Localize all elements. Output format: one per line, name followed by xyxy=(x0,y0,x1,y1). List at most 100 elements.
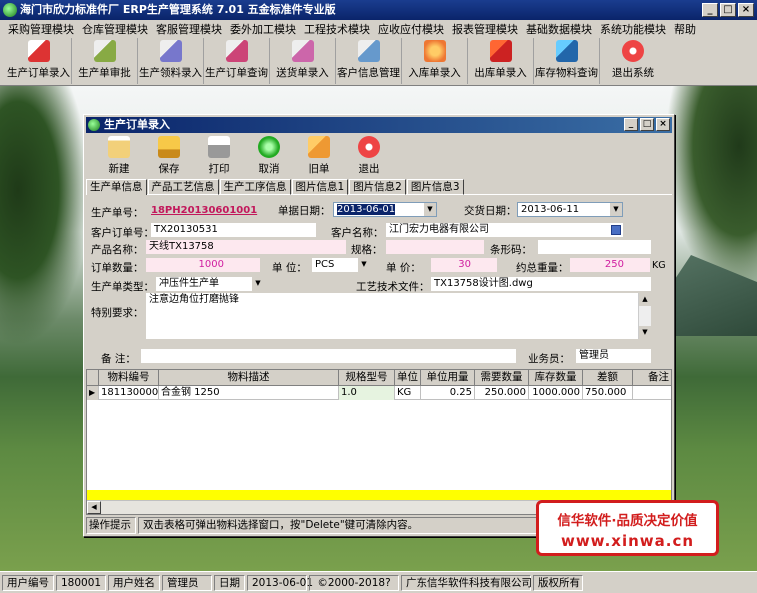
approve-doc-icon xyxy=(93,40,116,62)
bill-date-picker[interactable]: 2013-06-01 ▼ xyxy=(333,202,437,217)
status-user-name: 管理员 xyxy=(162,574,212,591)
table-row[interactable]: ▶ 1811300001 合金钢 1250 1.0 KG 0.25 250.00… xyxy=(87,386,671,400)
toolbar-material-pick-button[interactable]: 生产领料录入 xyxy=(138,38,204,84)
tab-product-craft[interactable]: 产品工艺信息 xyxy=(147,179,219,195)
print-button[interactable]: 打印 xyxy=(194,133,244,179)
spec-input[interactable] xyxy=(386,240,484,254)
cust-order-input[interactable]: TX20130531 xyxy=(151,223,316,237)
delivery-date-picker[interactable]: 2013-06-11 ▼ xyxy=(517,202,623,217)
cell-material-desc[interactable]: 合金钢 1250 xyxy=(159,386,339,400)
stock-in-icon xyxy=(423,40,446,62)
scroll-left-arrow-icon[interactable]: ◀ xyxy=(87,501,101,514)
spec-label: 规格： xyxy=(351,244,383,256)
scroll-up-arrow-icon[interactable]: ▲ xyxy=(639,293,651,306)
cell-material-no[interactable]: 1811300001 xyxy=(99,386,159,400)
col-material-desc[interactable]: 物料描述 xyxy=(159,370,339,386)
lookup-icon[interactable] xyxy=(611,225,621,235)
cancel-button[interactable]: 取消 xyxy=(244,133,294,179)
menu-basedata[interactable]: 基础数据模块 xyxy=(522,21,596,37)
printer-icon xyxy=(208,136,230,158)
tab-image-1[interactable]: 图片信息1 xyxy=(291,179,349,195)
remark-input[interactable] xyxy=(141,349,516,363)
tab-image-2[interactable]: 图片信息2 xyxy=(349,179,406,195)
col-unit[interactable]: 单位 xyxy=(395,370,421,386)
order-entry-title-bar: 生产订单录入 _ □ × xyxy=(86,117,672,133)
old-order-button[interactable]: 旧单 xyxy=(294,133,344,179)
app-title-bar: 海门市欣力标准件厂 ERP生产管理系统 7.01 五金标准件专业版 _ □ × xyxy=(0,0,757,20)
sales-input[interactable]: 管理员 xyxy=(576,349,651,363)
new-button[interactable]: 新建 xyxy=(94,133,144,179)
tab-image-3[interactable]: 图片信息3 xyxy=(406,179,464,195)
cell-diff[interactable]: 750.000 xyxy=(583,386,633,400)
menu-system[interactable]: 系统功能模块 xyxy=(596,21,670,37)
toolbar-customer-button[interactable]: 客户信息管理 xyxy=(336,38,402,84)
menu-engineering[interactable]: 工程技术模块 xyxy=(300,21,374,37)
tab-order-info[interactable]: 生产单信息 xyxy=(86,179,147,195)
save-icon xyxy=(158,136,180,158)
tab-process[interactable]: 生产工序信息 xyxy=(219,179,291,195)
weight-input[interactable]: 250 xyxy=(570,258,650,272)
scroll-down-arrow-icon[interactable]: ▼ xyxy=(639,326,651,339)
col-material-no[interactable]: 物料编号 xyxy=(99,370,159,386)
stock-out-icon xyxy=(489,40,512,62)
maximize-button[interactable]: □ xyxy=(720,3,736,17)
special-label: 特别要求： xyxy=(91,307,144,319)
barcode-input[interactable] xyxy=(538,240,651,254)
col-required-qty[interactable]: 需要数量 xyxy=(475,370,529,386)
type-select[interactable]: 冲压件生产单 ▼ xyxy=(156,277,264,291)
tab-strip: 生产单信息 产品工艺信息 生产工序信息 图片信息1 图片信息2 图片信息3 xyxy=(86,179,672,195)
toolbar-approve-button[interactable]: 生产单审批 xyxy=(72,38,138,84)
col-remark[interactable]: 备注 xyxy=(633,370,669,386)
delivery-doc-icon xyxy=(291,40,314,62)
toolbar-order-entry-button[interactable]: 生产订单录入 xyxy=(6,38,72,84)
cust-order-label: 客户订单号： xyxy=(91,227,154,239)
col-spec[interactable]: 规格型号 xyxy=(339,370,395,386)
child-close-button[interactable]: × xyxy=(656,118,670,131)
child-minimize-button[interactable]: _ xyxy=(624,118,638,131)
old-order-icon xyxy=(308,136,330,158)
cell-unit-usage[interactable]: 0.25 xyxy=(421,386,475,400)
menu-purchase[interactable]: 采购管理模块 xyxy=(4,21,78,37)
cell-remark[interactable] xyxy=(633,386,669,400)
save-button[interactable]: 保存 xyxy=(144,133,194,179)
qty-input[interactable]: 1000 xyxy=(146,258,260,272)
price-input[interactable]: 30 xyxy=(431,258,497,272)
exit-button[interactable]: 退出 xyxy=(344,133,394,179)
cell-stock-qty[interactable]: 1000.000 xyxy=(529,386,583,400)
craft-label: 工艺技术文件： xyxy=(356,281,430,293)
menu-customer[interactable]: 客服管理模块 xyxy=(152,21,226,37)
col-diff[interactable]: 差额 xyxy=(583,370,633,386)
cust-name-input[interactable]: 江门宏力电器有限公司 xyxy=(386,223,623,237)
cell-unit[interactable]: KG xyxy=(395,386,421,400)
craft-input[interactable]: TX13758设计图.dwg xyxy=(431,277,651,291)
menu-warehouse[interactable]: 仓库管理模块 xyxy=(78,21,152,37)
toolbar-order-query-button[interactable]: 生产订单查询 xyxy=(204,38,270,84)
menu-help[interactable]: 帮助 xyxy=(670,21,700,37)
unit-select[interactable]: PCS ▼ xyxy=(312,258,370,272)
col-unit-usage[interactable]: 单位用量 xyxy=(421,370,475,386)
menu-reports[interactable]: 报表管理模块 xyxy=(448,21,522,37)
order-no-label: 生产单号： xyxy=(91,207,144,219)
product-input[interactable]: 天线TX13758 xyxy=(146,240,346,254)
toolbar-delivery-button[interactable]: 送货单录入 xyxy=(270,38,336,84)
order-entry-toolbar: 新建 保存 打印 取消 旧单 退出 xyxy=(86,133,672,179)
cell-spec[interactable]: 1.0 xyxy=(339,386,395,400)
type-label: 生产单类型： xyxy=(91,281,154,293)
menu-accounts[interactable]: 应收应付模块 xyxy=(374,21,448,37)
cell-required-qty[interactable]: 250.000 xyxy=(475,386,529,400)
brand-slogan: 信华软件·品质决定价值 xyxy=(557,513,698,529)
toolbar-exit-button[interactable]: 退出系统 xyxy=(600,38,666,84)
toolbar-stock-out-button[interactable]: 出库单录入 xyxy=(468,38,534,84)
unit-label: 单 位： xyxy=(272,262,307,274)
toolbar-inventory-button[interactable]: 库存物料查询 xyxy=(534,38,600,84)
textarea-scrollbar[interactable]: ▲ ▼ xyxy=(638,293,651,339)
status-date-label: 日期 xyxy=(214,574,245,591)
toolbar-stock-in-button[interactable]: 入库单录入 xyxy=(402,38,468,84)
menu-outsourcing[interactable]: 委外加工模块 xyxy=(226,21,300,37)
child-maximize-button[interactable]: □ xyxy=(640,118,654,131)
special-textarea[interactable]: 注意边角位打磨抛锋 ▲ ▼ xyxy=(146,293,651,339)
minimize-button[interactable]: _ xyxy=(702,3,718,17)
close-button[interactable]: × xyxy=(738,3,754,17)
col-stock-qty[interactable]: 库存数量 xyxy=(529,370,583,386)
row-pointer-icon: ▶ xyxy=(87,386,99,400)
